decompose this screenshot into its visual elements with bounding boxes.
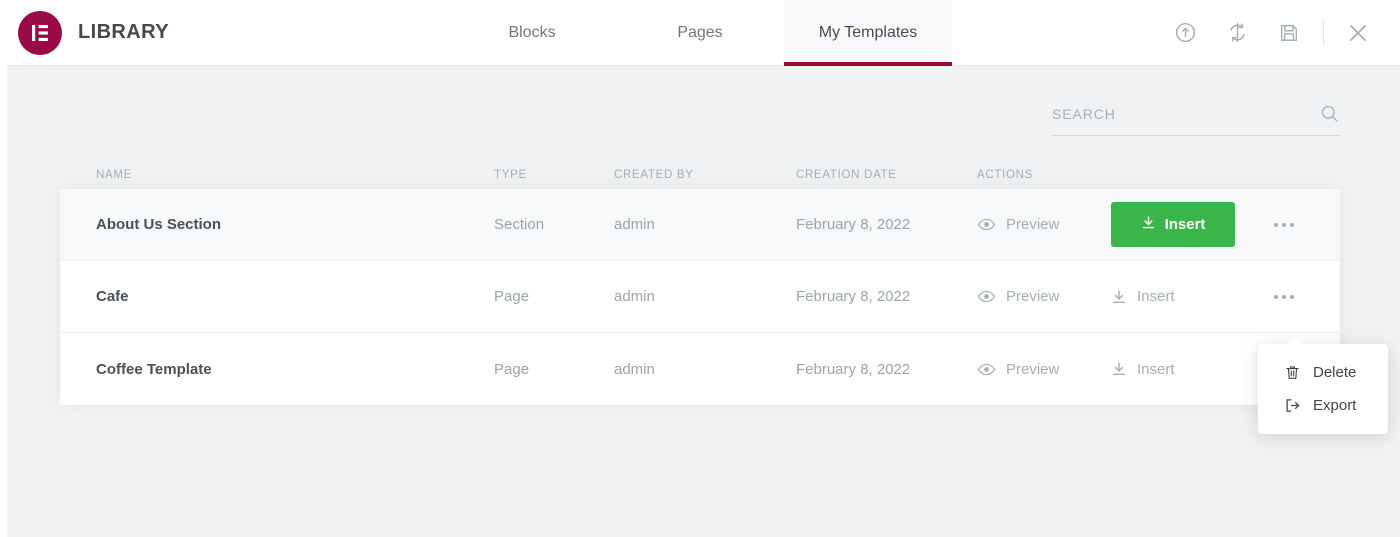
cell-actions: Preview Insert — [977, 349, 1304, 389]
search-input[interactable] — [1052, 106, 1319, 122]
table-header-row: NAME TYPE CREATED BY CREATION DATE ACTIO… — [60, 161, 1340, 189]
table-row[interactable]: Cafe Page admin February 8, 2022 — [60, 261, 1340, 333]
insert-button[interactable]: Insert — [1111, 202, 1235, 247]
tab-pages[interactable]: Pages — [616, 0, 784, 65]
preview-link[interactable]: Preview — [977, 215, 1111, 234]
more-dot — [1282, 295, 1286, 299]
table-row[interactable]: About Us Section Section admin February … — [60, 189, 1340, 261]
tab-blocks[interactable]: Blocks — [448, 0, 616, 65]
cell-type: Page — [494, 361, 614, 378]
tab-my-templates[interactable]: My Templates — [784, 0, 952, 65]
column-header-creation-date: CREATION DATE — [796, 169, 977, 181]
import-template-button[interactable] — [1159, 7, 1211, 59]
trash-icon — [1284, 364, 1301, 381]
more-dot — [1274, 295, 1278, 299]
more-dot — [1290, 295, 1294, 299]
modal-header: LIBRARY Blocks Pages My Templates — [0, 0, 1400, 66]
download-icon — [1111, 361, 1127, 377]
save-template-button[interactable] — [1263, 7, 1315, 59]
download-icon — [1111, 289, 1127, 305]
templates-table: NAME TYPE CREATED BY CREATION DATE ACTIO… — [60, 161, 1340, 405]
more-dot — [1290, 223, 1294, 227]
table-body: About Us Section Section admin February … — [60, 189, 1340, 405]
cell-name: Coffee Template — [96, 361, 494, 378]
page-title: LIBRARY — [78, 21, 169, 44]
dropdown-item-export-label: Export — [1313, 397, 1356, 414]
preview-label: Preview — [1006, 361, 1059, 378]
cell-type: Page — [494, 288, 614, 305]
cell-created-by: admin — [614, 216, 796, 233]
insert-label: Insert — [1137, 288, 1175, 305]
cell-creation-date: February 8, 2022 — [796, 361, 977, 378]
library-tabs: Blocks Pages My Templates — [420, 0, 980, 65]
modal-body: NAME TYPE CREATED BY CREATION DATE ACTIO… — [0, 66, 1400, 537]
export-icon — [1284, 397, 1301, 414]
column-header-created-by: CREATED BY — [614, 169, 796, 181]
tab-blocks-label: Blocks — [508, 24, 555, 42]
dropdown-item-delete[interactable]: Delete — [1258, 356, 1388, 389]
cell-name: Cafe — [96, 288, 494, 305]
tab-pages-label: Pages — [677, 24, 722, 42]
eye-icon — [977, 287, 996, 306]
search-row — [60, 66, 1340, 136]
preview-label: Preview — [1006, 216, 1059, 233]
cell-type: Section — [494, 216, 614, 233]
more-dot — [1282, 223, 1286, 227]
header-divider — [1323, 20, 1324, 46]
viewport-left-edge — [0, 0, 7, 537]
row-actions-menu-button[interactable] — [1264, 277, 1304, 317]
preview-link[interactable]: Preview — [977, 287, 1111, 306]
insert-link[interactable]: Insert — [1111, 288, 1245, 305]
row-actions-dropdown: Delete Export — [1258, 344, 1388, 434]
dropdown-item-delete-label: Delete — [1313, 364, 1356, 381]
cell-creation-date: February 8, 2022 — [796, 216, 977, 233]
insert-link[interactable]: Insert — [1111, 361, 1245, 378]
insert-label: Insert — [1165, 216, 1206, 233]
library-modal: LIBRARY Blocks Pages My Templates — [0, 0, 1400, 537]
cell-creation-date: February 8, 2022 — [796, 288, 977, 305]
cell-created-by: admin — [614, 361, 796, 378]
table-row[interactable]: Coffee Template Page admin February 8, 2… — [60, 333, 1340, 405]
brand: LIBRARY — [0, 11, 420, 55]
column-header-type: TYPE — [494, 169, 614, 181]
close-modal-button[interactable] — [1332, 7, 1384, 59]
elementor-logo-icon — [18, 11, 62, 55]
column-header-name: NAME — [96, 169, 494, 181]
cell-actions: Preview Insert — [977, 277, 1304, 317]
row-actions-menu-button[interactable] — [1264, 205, 1304, 245]
eye-icon — [977, 215, 996, 234]
cell-created-by: admin — [614, 288, 796, 305]
download-icon — [1141, 215, 1156, 234]
sync-library-button[interactable] — [1211, 7, 1263, 59]
header-tools — [980, 7, 1400, 59]
eye-icon — [977, 360, 996, 379]
insert-label: Insert — [1137, 361, 1175, 378]
more-dot — [1274, 223, 1278, 227]
search-box — [1052, 103, 1340, 136]
preview-label: Preview — [1006, 288, 1059, 305]
tab-my-templates-label: My Templates — [819, 24, 917, 42]
cell-name: About Us Section — [96, 216, 494, 233]
column-header-actions: ACTIONS — [977, 169, 1304, 181]
search-icon[interactable] — [1319, 103, 1340, 124]
preview-link[interactable]: Preview — [977, 360, 1111, 379]
cell-actions: Preview Insert — [977, 202, 1304, 247]
dropdown-item-export[interactable]: Export — [1258, 389, 1388, 422]
